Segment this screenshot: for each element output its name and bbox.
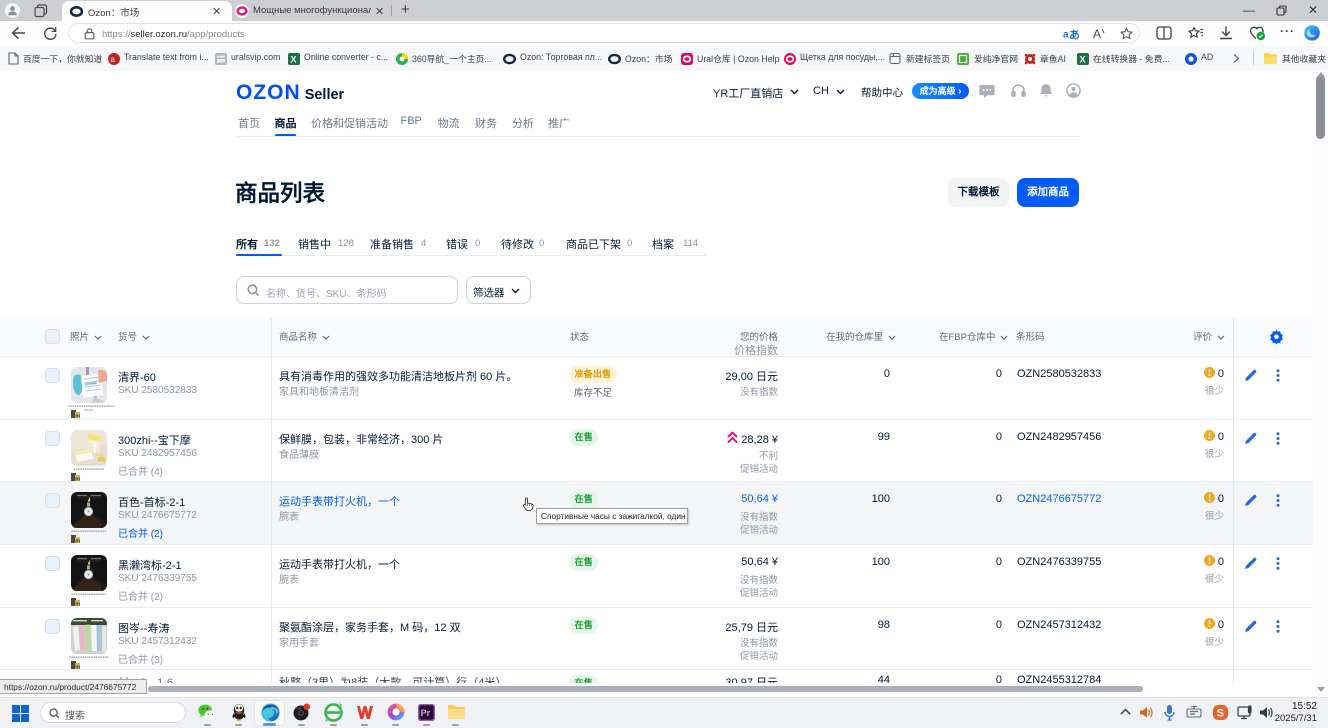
svg-text:Pr: Pr [421,708,431,718]
svg-text:X: X [291,55,297,65]
svg-text:S: S [1217,708,1224,720]
svg-text:A: A [1093,27,1101,40]
svg-text:m: m [75,413,80,418]
svg-text:m: m [75,538,80,543]
svg-text:X: X [1080,55,1086,65]
svg-text:m: m [75,601,80,606]
svg-text:あ: あ [1069,29,1079,41]
svg-text:a: a [111,55,116,64]
